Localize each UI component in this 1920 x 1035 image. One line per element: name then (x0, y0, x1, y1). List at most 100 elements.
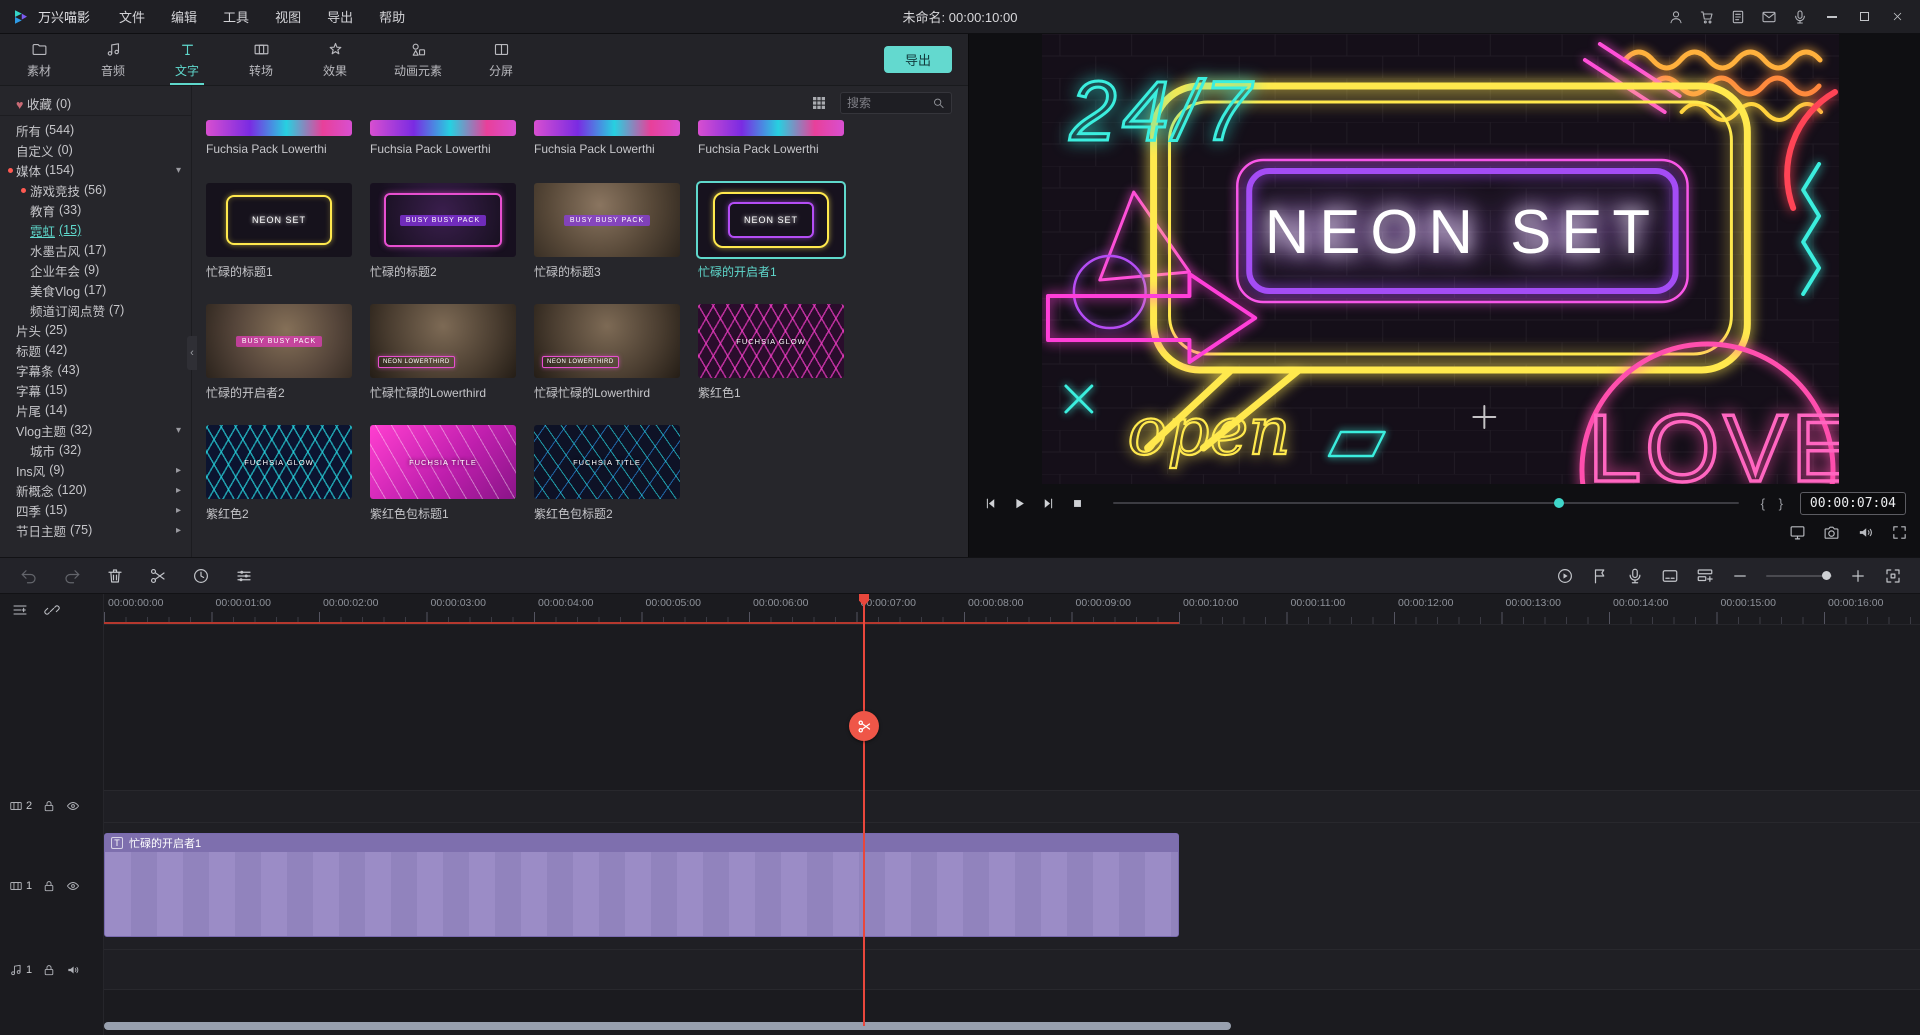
sidebar-item[interactable]: 水墨古风 (17) (0, 240, 191, 260)
video-track-2-lane[interactable] (0, 790, 1920, 822)
menu-item[interactable]: 文件 (106, 7, 158, 26)
sidebar-item[interactable]: 教育 (33) (0, 200, 191, 220)
grid-item[interactable]: BUSY BUSY PACK 忙碌的开启者2 (206, 304, 352, 399)
seek-handle[interactable] (1554, 498, 1564, 508)
sidebar-item[interactable]: 字幕条 (43) (0, 360, 191, 380)
next-frame-button[interactable] (1041, 496, 1056, 511)
tab-text[interactable]: 文字 (150, 34, 224, 85)
mark-in-out-buttons[interactable]: { } (1761, 496, 1788, 511)
grid-view-icon[interactable] (810, 94, 828, 112)
preview-viewport[interactable]: 24/7 NEON SET open LOVE (1042, 34, 1839, 484)
template-thumbnail[interactable]: BUSY BUSY PACK (206, 304, 352, 378)
template-thumbnail[interactable] (206, 120, 352, 136)
split-clip-button[interactable] (149, 567, 167, 585)
snapshot-button[interactable] (1823, 524, 1840, 541)
feedback-button[interactable] (1755, 4, 1782, 30)
chevron-icon[interactable]: ▸ (176, 525, 181, 536)
fullscreen-button[interactable] (1891, 524, 1908, 541)
template-thumbnail[interactable]: FUCHSIA GLOW (698, 304, 844, 378)
grid-item[interactable]: FUCHSIA TITLE 紫红色包标题2 (534, 425, 680, 520)
search-box[interactable] (840, 92, 952, 114)
template-thumbnail[interactable] (534, 120, 680, 136)
chevron-icon[interactable]: ▸ (176, 485, 181, 496)
menu-item[interactable]: 导出 (314, 7, 366, 26)
timeline-horizontal-scrollbar[interactable] (104, 1022, 1231, 1030)
sidebar-item[interactable]: 字幕 (15) (0, 380, 191, 400)
chevron-icon[interactable]: ▸ (176, 505, 181, 516)
template-thumbnail[interactable] (370, 120, 516, 136)
sidebar-item[interactable]: 片头 (25) (0, 320, 191, 340)
redo-button[interactable] (63, 567, 81, 585)
minimize-button[interactable] (1817, 4, 1846, 30)
template-thumbnail[interactable]: FUCHSIA GLOW (206, 425, 352, 499)
grid-item[interactable]: FUCHSIA GLOW 紫红色1 (698, 304, 844, 399)
zoom-to-fit-button[interactable] (1884, 567, 1902, 585)
template-thumbnail[interactable]: NEON SET (206, 183, 352, 257)
sidebar-item[interactable]: 美食Vlog (17) (0, 280, 191, 300)
template-thumbnail[interactable]: NEON SET (698, 183, 844, 257)
chevron-icon[interactable]: ▸ (176, 465, 181, 476)
template-thumbnail[interactable]: FUCHSIA TITLE (534, 425, 680, 499)
play-button[interactable] (1012, 496, 1027, 511)
lock-icon[interactable] (42, 879, 56, 893)
render-preview-button[interactable] (1556, 567, 1574, 585)
display-device-button[interactable] (1789, 524, 1806, 541)
template-thumbnail[interactable]: FUCHSIA TITLE (370, 425, 516, 499)
chevron-icon[interactable]: ▾ (176, 165, 181, 176)
chevron-icon[interactable]: ▾ (176, 425, 181, 436)
zoom-slider-handle[interactable] (1822, 571, 1831, 580)
track-manager-button[interactable] (1696, 567, 1714, 585)
sidebar-item[interactable]: Ins风 (9) ▸ (0, 460, 191, 480)
eye-icon[interactable] (66, 799, 80, 813)
sidebar-item[interactable]: 四季 (15) ▸ (0, 500, 191, 520)
speaker-icon[interactable] (66, 963, 80, 977)
timeline-text-clip[interactable]: 忙碌的开启者1 (104, 833, 1179, 937)
sidebar-item[interactable]: 节日主题 (75) ▸ (0, 520, 191, 540)
template-thumbnail[interactable]: BUSY BUSY PACK (534, 183, 680, 257)
record-voiceover-button[interactable] (1626, 567, 1644, 585)
cut-at-playhead-button[interactable] (849, 711, 879, 741)
sidebar-item[interactable]: 企业年会 (9) (0, 260, 191, 280)
template-thumbnail[interactable]: NEON LOWERTHIRD (534, 304, 680, 378)
sidebar-item[interactable]: 片尾 (14) (0, 400, 191, 420)
sidebar-item[interactable]: 霓虹 (15) (0, 220, 191, 240)
grid-item[interactable]: NEON SET 忙碌的开启者1 (698, 183, 844, 278)
grid-item[interactable]: BUSY BUSY PACK 忙碌的标题2 (370, 183, 516, 278)
clip-body[interactable] (105, 852, 1178, 936)
timeline-zoom-slider[interactable] (1766, 575, 1832, 577)
tab-audio[interactable]: 音频 (76, 34, 150, 85)
sidebar-item[interactable]: 自定义 (0) (0, 140, 191, 160)
maximize-button[interactable] (1850, 4, 1879, 30)
previous-frame-button[interactable] (983, 496, 998, 511)
grid-item[interactable]: NEON LOWERTHIRD 忙碌忙碌的Lowerthird (370, 304, 516, 399)
timeline-ruler[interactable]: 00:00:00:0000:00:01:0000:00:02:0000:00:0… (104, 594, 1920, 625)
sidebar-item[interactable]: 标题 (42) (0, 340, 191, 360)
tab-splitscreen[interactable]: 分屏 (464, 34, 538, 85)
menu-item[interactable]: 编辑 (158, 7, 210, 26)
template-thumbnail[interactable]: BUSY BUSY PACK (370, 183, 516, 257)
grid-item[interactable]: NEON LOWERTHIRD 忙碌忙碌的Lowerthird (534, 304, 680, 399)
marker-button[interactable] (1591, 567, 1609, 585)
grid-item[interactable]: BUSY BUSY PACK 忙碌的标题3 (534, 183, 680, 278)
sidebar-item[interactable]: 收藏 (0) (0, 92, 191, 116)
search-input[interactable] (847, 96, 928, 110)
sidebar-item[interactable]: 新概念 (120) ▸ (0, 480, 191, 500)
undo-button[interactable] (20, 567, 38, 585)
tab-effects[interactable]: 效果 (298, 34, 372, 85)
grid-item[interactable]: Fuchsia Pack Lowerthi (206, 120, 352, 157)
menu-item[interactable]: 工具 (210, 7, 262, 26)
playhead[interactable] (863, 594, 865, 1026)
export-list-button[interactable] (1724, 4, 1751, 30)
sidebar-item[interactable]: 媒体 (154) ▾ (0, 160, 191, 180)
menu-item[interactable]: 视图 (262, 7, 314, 26)
grid-item[interactable]: FUCHSIA GLOW 紫红色2 (206, 425, 352, 520)
grid-item[interactable]: Fuchsia Pack Lowerthi (370, 120, 516, 157)
tab-transitions[interactable]: 转场 (224, 34, 298, 85)
template-thumbnail[interactable]: NEON LOWERTHIRD (370, 304, 516, 378)
zoom-out-button[interactable] (1731, 567, 1749, 585)
close-button[interactable] (1883, 4, 1912, 30)
adjust-button[interactable] (235, 567, 253, 585)
grid-item[interactable]: Fuchsia Pack Lowerthi (698, 120, 844, 157)
voiceover-button[interactable] (1786, 4, 1813, 30)
store-button[interactable] (1693, 4, 1720, 30)
